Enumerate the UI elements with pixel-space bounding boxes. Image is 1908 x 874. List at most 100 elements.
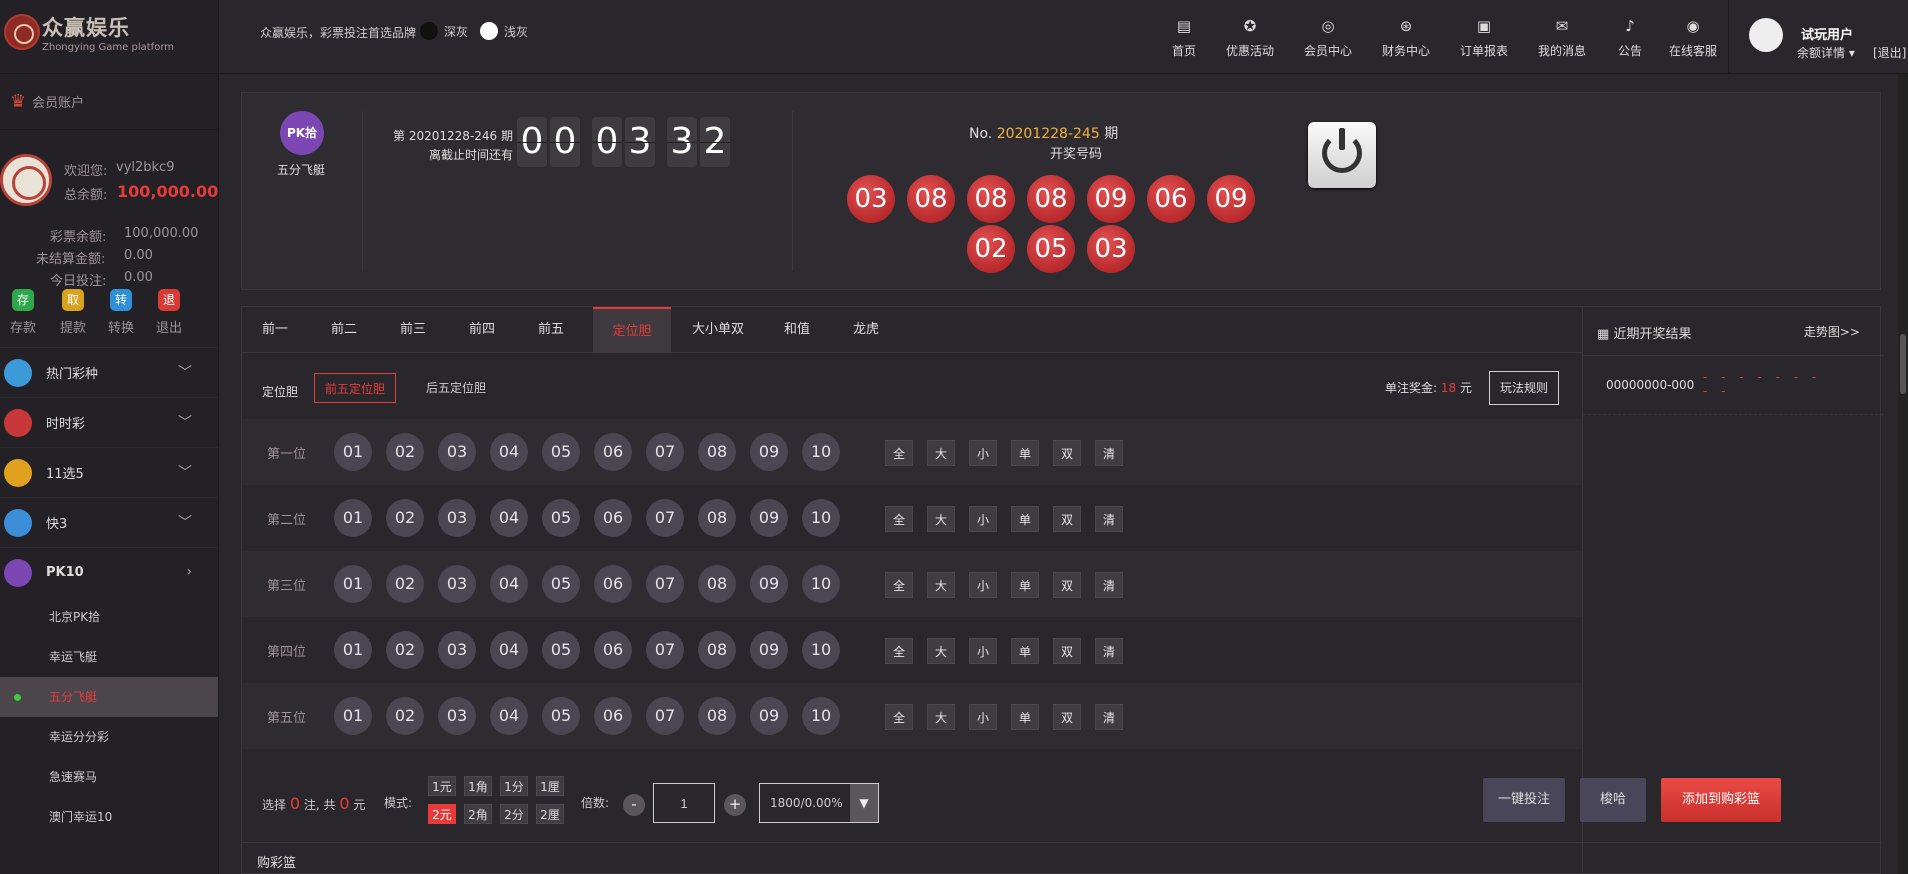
number-ball[interactable]: 10 bbox=[802, 631, 840, 669]
number-ball[interactable]: 04 bbox=[490, 697, 528, 735]
number-ball[interactable]: 01 bbox=[334, 697, 372, 735]
quick-select-button[interactable]: 大 bbox=[927, 506, 955, 532]
tab-qian5[interactable]: 前五 bbox=[518, 307, 584, 353]
number-ball[interactable]: 02 bbox=[386, 697, 424, 735]
number-ball[interactable]: 06 bbox=[594, 499, 632, 537]
quick-select-button[interactable]: 小 bbox=[969, 638, 997, 664]
scrollbar[interactable] bbox=[1898, 74, 1908, 874]
quick-select-button[interactable]: 全 bbox=[885, 440, 913, 466]
tab-qian2[interactable]: 前二 bbox=[308, 307, 380, 353]
quick-select-button[interactable]: 大 bbox=[927, 638, 955, 664]
mode-2fen[interactable]: 2分 bbox=[500, 804, 528, 824]
number-ball[interactable]: 04 bbox=[490, 565, 528, 603]
quick-select-button[interactable]: 大 bbox=[927, 440, 955, 466]
transfer-button[interactable]: 转 转换 bbox=[100, 285, 142, 347]
number-ball[interactable]: 01 bbox=[334, 499, 372, 537]
tab-dingweidan[interactable]: 定位胆 bbox=[593, 307, 671, 353]
quick-select-button[interactable]: 全 bbox=[885, 638, 913, 664]
number-ball[interactable]: 08 bbox=[698, 433, 736, 471]
theme-light-option[interactable]: 浅灰 bbox=[480, 22, 528, 40]
number-ball[interactable]: 06 bbox=[594, 697, 632, 735]
number-ball[interactable]: 03 bbox=[438, 565, 476, 603]
quick-select-button[interactable]: 全 bbox=[885, 572, 913, 598]
category-k3[interactable]: 快3 ﹀ bbox=[0, 497, 218, 547]
category-11x5[interactable]: 11选5 ﹀ bbox=[0, 447, 218, 497]
mode-2jiao[interactable]: 2角 bbox=[464, 804, 492, 824]
trend-link[interactable]: 走势图>> bbox=[1804, 323, 1860, 340]
number-ball[interactable]: 08 bbox=[698, 565, 736, 603]
tab-qian1[interactable]: 前一 bbox=[242, 307, 308, 353]
number-ball[interactable]: 02 bbox=[386, 499, 424, 537]
category-ssc[interactable]: 时时彩 ﹀ bbox=[0, 397, 218, 447]
nav-finance[interactable]: ⊛ 财务中心 bbox=[1376, 16, 1436, 59]
number-ball[interactable]: 10 bbox=[802, 433, 840, 471]
quick-select-button[interactable]: 双 bbox=[1053, 572, 1081, 598]
sidebar-item-bjpk[interactable]: 北京PK拾 bbox=[0, 597, 218, 637]
number-ball[interactable]: 08 bbox=[698, 697, 736, 735]
add-to-basket-button[interactable]: 添加到购彩篮 bbox=[1661, 778, 1781, 822]
nav-home[interactable]: ▤ 首页 bbox=[1164, 16, 1204, 59]
quick-select-button[interactable]: 清 bbox=[1095, 572, 1123, 598]
number-ball[interactable]: 02 bbox=[386, 433, 424, 471]
nav-notice[interactable]: ♪ 公告 bbox=[1610, 16, 1650, 59]
quick-select-button[interactable]: 单 bbox=[1011, 704, 1039, 730]
theme-dark-option[interactable]: 深灰 bbox=[420, 22, 468, 40]
number-ball[interactable]: 05 bbox=[542, 697, 580, 735]
number-ball[interactable]: 09 bbox=[750, 565, 788, 603]
number-ball[interactable]: 01 bbox=[334, 631, 372, 669]
number-ball[interactable]: 06 bbox=[594, 565, 632, 603]
quick-select-button[interactable]: 小 bbox=[969, 704, 997, 730]
number-ball[interactable]: 03 bbox=[438, 433, 476, 471]
mode-1li[interactable]: 1厘 bbox=[536, 776, 564, 796]
number-ball[interactable]: 06 bbox=[594, 433, 632, 471]
multiple-input[interactable] bbox=[653, 783, 715, 823]
quick-select-button[interactable]: 单 bbox=[1011, 440, 1039, 466]
nav-support[interactable]: ◉ 在线客服 bbox=[1660, 16, 1726, 59]
nav-member[interactable]: ◎ 会员中心 bbox=[1298, 16, 1358, 59]
mode-1fen[interactable]: 1分 bbox=[500, 776, 528, 796]
mode-2yuan[interactable]: 2元 bbox=[428, 804, 456, 824]
one-click-bet-button[interactable]: 一键投注 bbox=[1483, 778, 1565, 822]
quick-select-button[interactable]: 单 bbox=[1011, 506, 1039, 532]
tab-qian3[interactable]: 前三 bbox=[380, 307, 446, 353]
number-ball[interactable]: 03 bbox=[438, 697, 476, 735]
quick-select-button[interactable]: 双 bbox=[1053, 704, 1081, 730]
number-ball[interactable]: 07 bbox=[646, 631, 684, 669]
number-ball[interactable]: 07 bbox=[646, 565, 684, 603]
tab-hezhi[interactable]: 和值 bbox=[764, 307, 830, 353]
quick-select-button[interactable]: 大 bbox=[927, 704, 955, 730]
shuffle-button[interactable]: 梭哈 bbox=[1580, 778, 1646, 822]
plus-button[interactable]: + bbox=[724, 794, 746, 816]
number-ball[interactable]: 07 bbox=[646, 697, 684, 735]
sidebar-item-xyft[interactable]: 幸运飞艇 bbox=[0, 637, 218, 677]
category-pk10[interactable]: PK10 › bbox=[0, 547, 218, 597]
mode-1jiao[interactable]: 1角 bbox=[464, 776, 492, 796]
deposit-button[interactable]: 存 存款 bbox=[2, 285, 44, 347]
number-ball[interactable]: 05 bbox=[542, 433, 580, 471]
number-ball[interactable]: 07 bbox=[646, 499, 684, 537]
sub-option-back5[interactable]: 后五定位胆 bbox=[416, 373, 496, 403]
quick-select-button[interactable]: 清 bbox=[1095, 440, 1123, 466]
number-ball[interactable]: 09 bbox=[750, 697, 788, 735]
number-ball[interactable]: 05 bbox=[542, 565, 580, 603]
number-ball[interactable]: 02 bbox=[386, 565, 424, 603]
mode-2li[interactable]: 2厘 bbox=[536, 804, 564, 824]
sub-option-front5[interactable]: 前五定位胆 bbox=[314, 373, 397, 403]
number-ball[interactable]: 01 bbox=[334, 433, 372, 471]
logout-link[interactable]: [退出] bbox=[1873, 44, 1906, 61]
rules-button[interactable]: 玩法规则 bbox=[1489, 371, 1559, 405]
number-ball[interactable]: 10 bbox=[802, 697, 840, 735]
number-ball[interactable]: 03 bbox=[438, 499, 476, 537]
mode-1yuan[interactable]: 1元 bbox=[428, 776, 456, 796]
quick-select-button[interactable]: 单 bbox=[1011, 638, 1039, 664]
quick-select-button[interactable]: 双 bbox=[1053, 638, 1081, 664]
tab-longhu[interactable]: 龙虎 bbox=[830, 307, 902, 353]
logo[interactable]: 众赢娱乐 Zhongying Game platform bbox=[0, 0, 218, 74]
number-ball[interactable]: 06 bbox=[594, 631, 632, 669]
tab-qian4[interactable]: 前四 bbox=[446, 307, 518, 353]
number-ball[interactable]: 03 bbox=[438, 631, 476, 669]
logout-button[interactable]: 退 退出 bbox=[148, 285, 190, 347]
nav-promotions[interactable]: ✪ 优惠活动 bbox=[1220, 16, 1280, 59]
number-ball[interactable]: 04 bbox=[490, 631, 528, 669]
quick-select-button[interactable]: 小 bbox=[969, 440, 997, 466]
